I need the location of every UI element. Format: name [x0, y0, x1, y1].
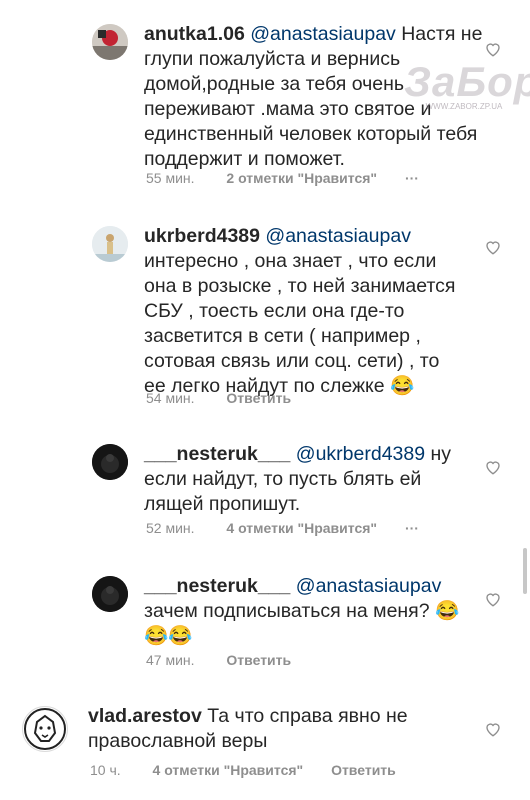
comment-username[interactable]: ukrberd4389 — [144, 225, 260, 247]
comment-meta: 55 мин. 2 отметки "Нравится" ··· — [146, 170, 419, 186]
comment-body: ___nesteruk___ @ukrberd4389 ну если найд… — [144, 442, 474, 517]
comment-body: ___nesteruk___ @anastasiaupav зачем подп… — [144, 574, 474, 649]
laughing-emoji-icon: 😂 — [390, 375, 415, 397]
comment-meta: 10 ч. 4 отметки "Нравится" Ответить — [90, 762, 396, 778]
comment-mention[interactable]: @ukrberd4389 — [296, 443, 425, 465]
watermark-logo-text: ЗаБор — [404, 58, 530, 105]
likes-count[interactable]: 2 отметки "Нравится" — [226, 170, 377, 186]
comment-time: 54 мин. — [146, 390, 195, 406]
scrollbar[interactable] — [523, 548, 527, 594]
comment-body: vlad.arestov Та что справа явно не право… — [88, 704, 428, 754]
comment-username[interactable]: ___nesteruk___ — [144, 575, 290, 597]
avatar[interactable] — [92, 576, 128, 612]
watermark-logo: ЗаБор WWW.ZABOR.ZP.UA — [404, 58, 530, 111]
comment-meta: 52 мин. 4 отметки "Нравится" ··· — [146, 520, 419, 536]
more-options-icon[interactable]: ··· — [405, 170, 419, 186]
comment-meta: 54 мин. Ответить — [146, 390, 291, 406]
more-options-icon[interactable]: ··· — [405, 520, 419, 536]
comment-username[interactable]: anutka1.06 — [144, 23, 245, 45]
likes-count[interactable]: 4 отметки "Нравится" — [153, 762, 304, 778]
reply-button[interactable]: Ответить — [226, 390, 291, 406]
likes-count[interactable]: 4 отметки "Нравится" — [226, 520, 377, 536]
comment-mention[interactable]: @anastasiaupav — [250, 23, 396, 45]
heart-icon[interactable] — [484, 590, 502, 608]
heart-icon[interactable] — [484, 40, 502, 58]
comment-meta: 47 мин. Ответить — [146, 652, 291, 668]
avatar[interactable] — [92, 444, 128, 480]
comment-body: ukrberd4389 @anastasiaupav интересно , о… — [144, 224, 464, 399]
avatar[interactable] — [92, 226, 128, 262]
comment-mention[interactable]: @anastasiaupav — [296, 575, 442, 597]
heart-icon[interactable] — [484, 238, 502, 256]
comment-username[interactable]: vlad.arestov — [88, 705, 202, 727]
reply-button[interactable]: Ответить — [226, 652, 291, 668]
avatar[interactable] — [22, 706, 68, 752]
comment-time: 47 мин. — [146, 652, 195, 668]
comment-time: 55 мин. — [146, 170, 195, 186]
comment-time: 10 ч. — [90, 762, 121, 778]
comment-username[interactable]: ___nesteruk___ — [144, 443, 290, 465]
comment-time: 52 мин. — [146, 520, 195, 536]
heart-icon[interactable] — [484, 720, 502, 738]
heart-icon[interactable] — [484, 458, 502, 476]
comment-text: зачем подписываться на меня? — [144, 600, 430, 622]
reply-button[interactable]: Ответить — [331, 762, 396, 778]
avatar[interactable] — [92, 24, 128, 60]
comment-mention[interactable]: @anastasiaupav — [265, 225, 411, 247]
